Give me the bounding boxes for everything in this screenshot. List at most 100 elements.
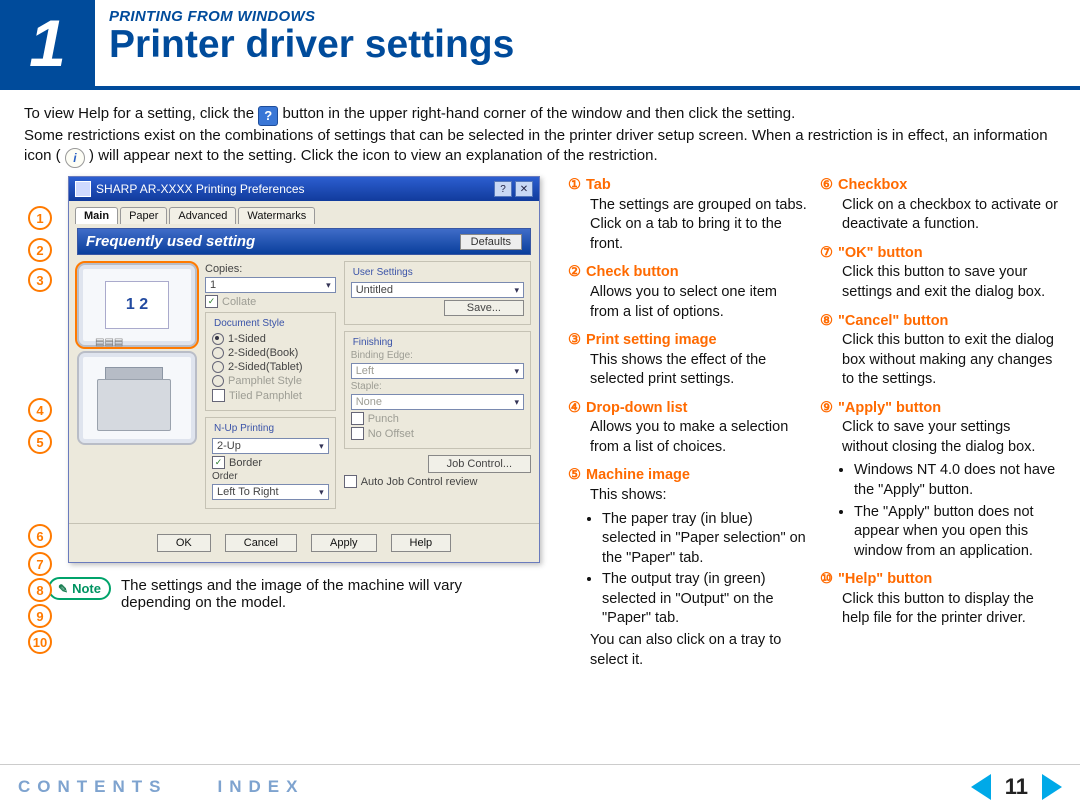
auto-job-checkbox[interactable] [344, 475, 357, 488]
frequently-used-bar: Frequently used setting Defaults [77, 228, 531, 255]
border-checkbox[interactable]: ✓ [212, 456, 225, 469]
punch-checkbox[interactable] [351, 412, 364, 425]
frequently-used-label: Frequently used setting [86, 233, 255, 250]
def5-body: This shows: [568, 486, 808, 506]
close-icon[interactable]: ✕ [515, 181, 533, 197]
defaults-button[interactable]: Defaults [460, 234, 522, 250]
def4-body: Allows you to make a selection from a li… [568, 418, 808, 457]
job-control-button[interactable]: Job Control... [428, 455, 531, 473]
definitions-col-1: ①Tab The settings are grouped on tabs. C… [568, 176, 808, 679]
user-settings-dropdown[interactable]: Untitled▾ [351, 282, 524, 298]
def8-num: ⑧ [820, 312, 838, 332]
def10-head: "Help" button [838, 571, 932, 587]
def1-body: The settings are grouped on tabs. Click … [568, 196, 808, 255]
dialog-button-row: OK Cancel Apply Help [69, 523, 539, 562]
prev-page-button[interactable] [971, 774, 991, 800]
help-button[interactable]: Help [391, 534, 452, 552]
binding-edge-label: Binding Edge: [351, 350, 524, 361]
def5-bullet2: The output tray (in green) selected in "… [602, 570, 808, 629]
opt-pamphlet: Pamphlet Style [228, 375, 302, 387]
pages-icon: ▤▤▤ [95, 337, 123, 348]
def8-head: "Cancel" button [838, 313, 948, 329]
def9-bullet2: The "Apply" button does not appear when … [854, 503, 1060, 562]
tab-advanced[interactable]: Advanced [169, 207, 236, 224]
save-button[interactable]: Save... [444, 300, 524, 316]
radio-1sided[interactable] [212, 333, 224, 345]
def5-bullet1: The paper tray (in blue) selected in "Pa… [602, 510, 808, 569]
help-icon: ? [258, 106, 278, 126]
def9-bullet1: Windows NT 4.0 does not have the "Apply"… [854, 461, 1060, 500]
next-page-button[interactable] [1042, 774, 1062, 800]
page-footer: CONTENTS INDEX 11 [0, 764, 1080, 809]
tab-paper[interactable]: Paper [120, 207, 167, 224]
print-setting-image: 1 2 [77, 263, 197, 347]
tab-watermarks[interactable]: Watermarks [238, 207, 315, 224]
callout-5: 5 [28, 430, 52, 454]
def9-head: "Apply" button [838, 400, 941, 416]
page-header: 1 PRINTING FROM WINDOWS Printer driver s… [0, 0, 1080, 90]
nup-dropdown[interactable]: 2-Up▾ [212, 438, 329, 454]
radio-2sided-book[interactable] [212, 347, 224, 359]
machine-image[interactable]: ▤▤▤ [77, 351, 197, 445]
def8-body: Click this button to exit the dialog box… [820, 331, 1060, 390]
no-offset-checkbox[interactable] [351, 427, 364, 440]
def6-body: Click on a checkbox to activate or deact… [820, 196, 1060, 235]
chapter-number: 1 [0, 0, 95, 86]
def6-num: ⑥ [820, 176, 838, 196]
def9-body: Click to save your settings without clos… [820, 418, 1060, 457]
def3-body: This shows the effect of the selected pr… [568, 351, 808, 390]
index-link[interactable]: INDEX [218, 777, 305, 797]
callout-4: 4 [28, 398, 52, 422]
def4-num: ④ [568, 399, 586, 419]
def1-num: ① [568, 176, 586, 196]
copies-field[interactable]: 1▾ [205, 277, 336, 293]
tiled-checkbox[interactable] [212, 389, 225, 402]
def2-body: Allows you to select one item from a lis… [568, 283, 808, 322]
tab-main[interactable]: Main [75, 207, 118, 224]
finishing-label: Finishing [351, 337, 395, 348]
order-dropdown[interactable]: Left To Right▾ [212, 484, 329, 500]
page-title: Printer driver settings [109, 25, 514, 66]
user-settings-label: User Settings [351, 267, 415, 278]
window-titlebar: SHARP AR-XXXX Printing Preferences ? ✕ [69, 177, 539, 201]
cancel-button[interactable]: Cancel [225, 534, 297, 552]
def1-head: Tab [586, 177, 611, 193]
punch-label: Punch [368, 413, 399, 425]
apply-button[interactable]: Apply [311, 534, 377, 552]
contents-link[interactable]: CONTENTS [18, 777, 168, 797]
nup-label: N-Up Printing [212, 423, 276, 434]
binding-edge-dropdown[interactable]: Left▾ [351, 363, 524, 379]
no-offset-label: No Offset [368, 428, 414, 440]
tabs-row: Main Paper Advanced Watermarks [69, 201, 539, 224]
intro-paragraph: To view Help for a setting, click the ? … [0, 90, 1080, 172]
def3-head: Print setting image [586, 332, 717, 348]
info-icon: i [65, 148, 85, 168]
callout-7: 7 [28, 552, 52, 576]
note-badge-label: Note [72, 581, 101, 596]
radio-2sided-tablet[interactable] [212, 361, 224, 373]
opt-2sided-tablet: 2-Sided(Tablet) [228, 361, 303, 373]
def10-body: Click this button to display the help fi… [820, 590, 1060, 629]
callout-9: 9 [28, 604, 52, 628]
intro-text-a: To view Help for a setting, click the [24, 105, 258, 122]
intro-text-d: ) will appear next to the setting. Click… [89, 147, 658, 164]
def7-num: ⑦ [820, 244, 838, 264]
def10-num: ⑩ [820, 570, 838, 590]
staple-dropdown[interactable]: None▾ [351, 394, 524, 410]
callout-8: 8 [28, 578, 52, 602]
callout-1: 1 [28, 206, 52, 230]
ok-button[interactable]: OK [157, 534, 211, 552]
collate-label: Collate [222, 296, 256, 308]
radio-pamphlet[interactable] [212, 375, 224, 387]
callout-2: 2 [28, 238, 52, 262]
staple-label: Staple: [351, 381, 524, 392]
border-label: Border [229, 457, 262, 469]
note-text: The settings and the image of the machin… [121, 577, 501, 611]
callout-3: 3 [28, 268, 52, 292]
def5-tail: You can also click on a tray to select i… [568, 631, 808, 670]
document-style-label: Document Style [212, 318, 287, 329]
titlebar-help-button[interactable]: ? [494, 181, 512, 197]
pencil-icon: ✎ [58, 582, 68, 596]
def5-num: ⑤ [568, 466, 586, 486]
collate-checkbox[interactable]: ✓ [205, 295, 218, 308]
